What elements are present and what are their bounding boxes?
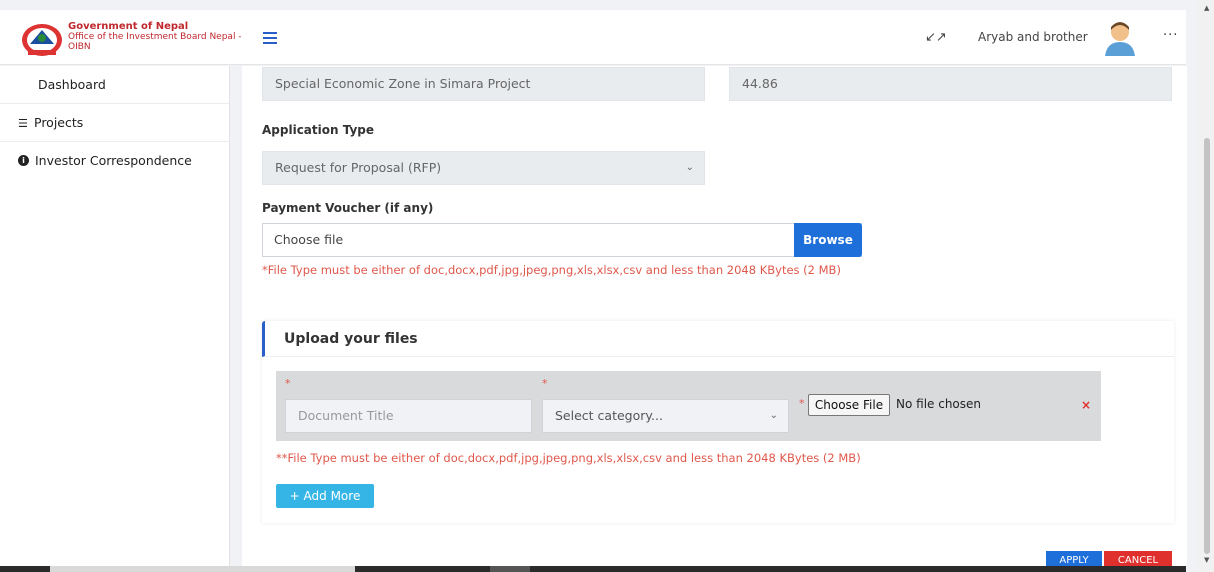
avatar[interactable]: [1103, 20, 1137, 56]
menu-toggle-icon[interactable]: [263, 32, 277, 44]
sidebar-item-projects[interactable]: ☰ Projects: [0, 104, 229, 142]
browse-button[interactable]: Browse: [794, 223, 862, 257]
top-header: Government of Nepal Office of the Invest…: [0, 10, 1186, 65]
voucher-error-text: *File Type must be either of doc,docx,pd…: [262, 263, 841, 277]
org-line-3: OIBN: [68, 42, 91, 52]
cancel-button[interactable]: CANCEL: [1104, 551, 1172, 567]
org-line-1: Government of Nepal: [68, 21, 189, 32]
taskbar-segment: [50, 566, 355, 572]
more-options-icon[interactable]: ···: [1163, 28, 1178, 43]
sidebar-item-label: Projects: [34, 115, 84, 130]
document-title-input[interactable]: Document Title: [285, 399, 532, 433]
category-placeholder: Select category...: [555, 408, 663, 423]
required-star: *: [799, 397, 805, 410]
sidebar-item-dashboard[interactable]: Dashboard: [0, 66, 229, 104]
scroll-up-icon[interactable]: ▲: [1204, 4, 1209, 12]
payment-voucher-label: Payment Voucher (if any): [262, 201, 434, 215]
project-name-field: Special Economic Zone in Simara Project: [262, 67, 705, 101]
required-star: *: [285, 377, 291, 390]
org-line-2: Office of the Investment Board Nepal -: [68, 32, 242, 42]
taskbar-segment: [490, 566, 530, 572]
nepal-emblem-logo: [22, 24, 62, 56]
apply-button[interactable]: APPLY: [1046, 551, 1102, 567]
main-content: Special Economic Zone in Simara Project …: [242, 66, 1187, 567]
taskbar: [0, 566, 1186, 572]
upload-error-text: **File Type must be either of doc,docx,p…: [276, 451, 861, 465]
info-icon: i: [18, 155, 29, 166]
choose-file-button[interactable]: Choose File: [808, 394, 890, 416]
project-value-field: 44.86: [729, 67, 1172, 101]
choose-file-text: Choose file: [274, 232, 344, 247]
upload-row: * * Document Title Select category... ⌄ …: [276, 371, 1101, 441]
category-select[interactable]: Select category... ⌄: [542, 399, 789, 433]
chevron-down-icon: ⌄: [685, 162, 694, 173]
upload-files-card: Upload your files * * Document Title Sel…: [262, 321, 1174, 523]
list-icon: ☰: [18, 117, 28, 130]
fullscreen-icon[interactable]: ↙↗: [925, 30, 947, 45]
add-more-button[interactable]: + Add More: [276, 484, 374, 508]
remove-row-icon[interactable]: ×: [1081, 398, 1091, 412]
no-file-text: No file chosen: [896, 397, 982, 411]
required-star: *: [542, 377, 548, 390]
org-name: Government of Nepal Office of the Invest…: [68, 21, 250, 53]
sidebar-item-label: Investor Correspondence: [35, 153, 192, 168]
chevron-down-icon: ⌄: [769, 410, 778, 421]
payment-voucher-file-input[interactable]: Choose file Browse: [262, 223, 862, 257]
sidebar-item-investor-correspondence[interactable]: i Investor Correspondence: [0, 142, 229, 180]
application-type-label: Application Type: [262, 123, 375, 137]
sidebar-item-label: Dashboard: [38, 77, 106, 92]
scrollbar-thumb[interactable]: [1204, 138, 1210, 554]
scroll-down-icon[interactable]: ▼: [1204, 556, 1209, 564]
card-title: Upload your files: [284, 331, 418, 347]
sidebar: Dashboard ☰ Projects i Investor Correspond…: [0, 66, 230, 566]
application-type-value: Request for Proposal (RFP): [275, 160, 442, 175]
application-type-select[interactable]: Request for Proposal (RFP) ⌄: [262, 151, 705, 185]
user-name[interactable]: Aryab and brother: [978, 30, 1088, 44]
